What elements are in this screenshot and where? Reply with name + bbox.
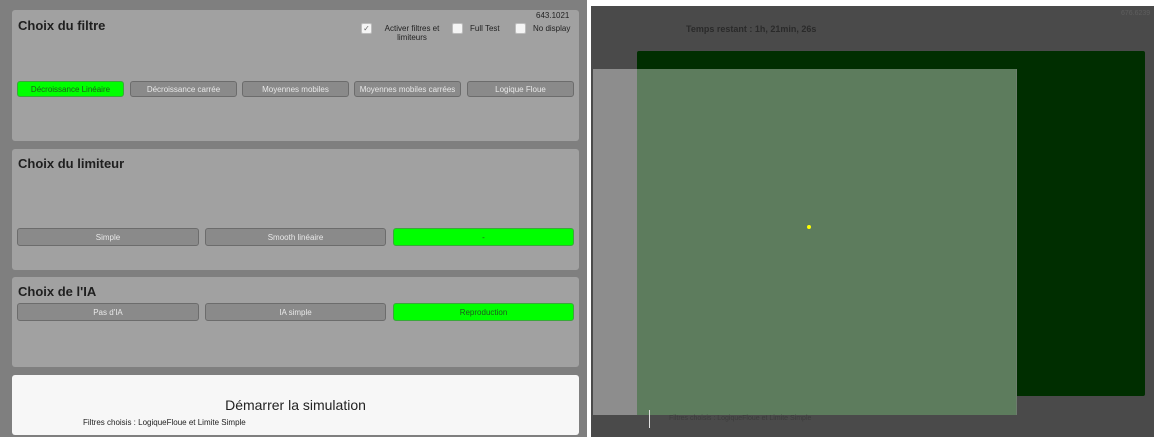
cursor-line [649, 410, 650, 428]
limiter-smooth-linear-button[interactable]: Smooth linéaire [205, 228, 386, 246]
settings-panel: Choix du filtre 643.1021 ✓ Activer filtr… [0, 0, 587, 437]
no-display-checkbox[interactable] [515, 23, 526, 34]
remaining-time-text: Temps restant : 1h, 21min, 26s [686, 24, 817, 34]
filter-linear-decay-button[interactable]: Décroissance Linéaire [17, 81, 124, 97]
ai-simple-button[interactable]: IA simple [205, 303, 386, 321]
filter-squared-moving-average-button[interactable]: Moyennes mobiles carrées [354, 81, 461, 97]
limiter-section-title: Choix du limiteur [18, 156, 125, 171]
filter-section-title: Choix du filtre [18, 18, 106, 33]
limiter-none-button[interactable]: - [393, 228, 574, 246]
sensed-area-overlay [593, 69, 1017, 415]
ai-reproduction-button[interactable]: Reproduction [393, 303, 574, 321]
filter-fuzzy-logic-button[interactable]: Logique Floue [467, 81, 574, 97]
ai-section: Choix de l'IA Pas d'IA IA simple Reprodu… [12, 277, 579, 367]
start-simulation-label: Démarrer la simulation [225, 397, 366, 413]
enable-filters-checkbox[interactable]: ✓ [361, 23, 372, 34]
start-simulation-button[interactable]: Démarrer la simulation Filtres choisis :… [12, 375, 579, 435]
filter-square-decay-button[interactable]: Décroissance carrée [130, 81, 237, 97]
filter-section: Choix du filtre 643.1021 ✓ Activer filtr… [12, 10, 579, 141]
ai-none-button[interactable]: Pas d'IA [17, 303, 199, 321]
agent-point [807, 225, 811, 229]
frame-counter-right: 676.6239 [1121, 10, 1151, 17]
filter-moving-average-button[interactable]: Moyennes mobiles [242, 81, 349, 97]
limiter-section: Choix du limiteur Simple Smooth linéaire… [12, 149, 579, 270]
full-test-label: Full Test [470, 24, 500, 33]
simulation-view: Temps restant : 1h, 21min, 26s 676.6239 … [591, 6, 1154, 437]
overlay-edge [593, 69, 1017, 415]
chosen-filters-text: Filtres choisis : LogiqueFloue et Limite… [83, 418, 246, 427]
limiter-simple-button[interactable]: Simple [17, 228, 199, 246]
enable-filters-label: Activer filtres et limiteurs [384, 24, 440, 42]
full-test-checkbox[interactable] [452, 23, 463, 34]
chosen-filters-text-right: Filtres choisis : LogiqueFloue et Limite… [669, 415, 812, 422]
frame-counter: 643.1021 [536, 11, 570, 20]
ai-section-title: Choix de l'IA [18, 284, 97, 299]
no-display-label: No display [533, 24, 571, 33]
